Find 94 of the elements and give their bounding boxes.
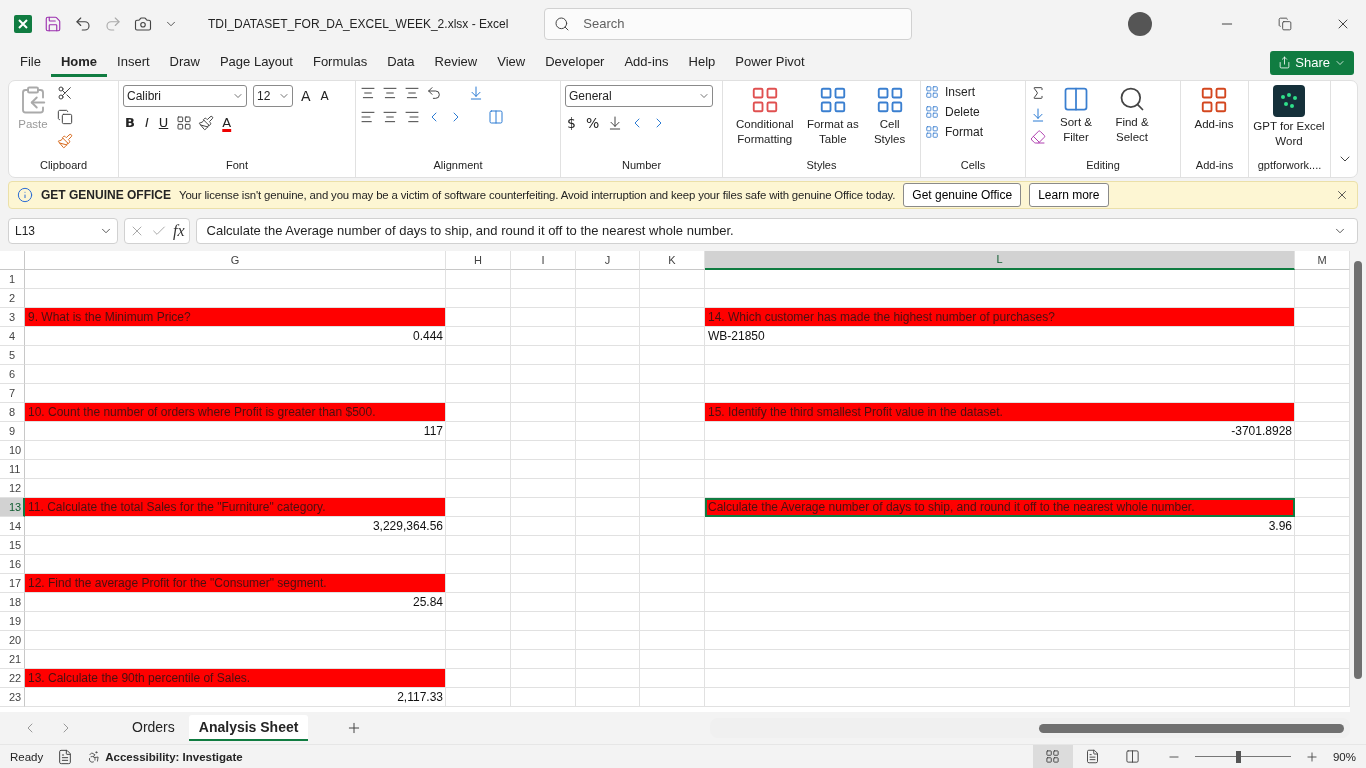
editing-button[interactable]: Find & Select [1106, 84, 1158, 145]
accessibility-icon[interactable] [87, 749, 102, 764]
ribbon-tab[interactable]: Draw [159, 48, 210, 78]
group-label: Styles [805, 158, 838, 173]
formula-field[interactable]: Calculate the Average number of days to ship, and round it off to the nearest whole number. [195, 217, 1358, 244]
gpt-button[interactable]: GPT for Excel Word [1253, 84, 1325, 149]
group-label: Cells [959, 158, 987, 173]
group-label: Font [225, 158, 249, 173]
ribbon-tab[interactable]: Review [424, 48, 488, 78]
column-header[interactable]: G [25, 250, 446, 270]
info-icon[interactable] [17, 186, 33, 203]
column-header[interactable]: H [446, 250, 511, 270]
italic-button[interactable]: I [142, 115, 151, 131]
group-label: Editing [1085, 158, 1121, 173]
zoom-in-icon[interactable] [1304, 749, 1319, 764]
underline-button[interactable]: U [156, 115, 171, 131]
status-text: Ready [10, 750, 44, 763]
column-header[interactable]: J [576, 250, 640, 270]
fill-icon[interactable] [1030, 106, 1046, 123]
scrollbar-thumb[interactable] [1039, 723, 1344, 733]
banner-message: Your license isn't genuine, and you may be a victim of software counterfeiting. Avoid interruption and keep your files safe with genuine Office today. [179, 188, 896, 201]
styles-button[interactable]: Conditional Formatting [727, 84, 803, 147]
ribbon-tab[interactable]: Formulas [302, 48, 378, 78]
format-painter-icon[interactable] [57, 132, 73, 149]
ribbon-tab[interactable]: View [487, 48, 536, 78]
copy-icon[interactable] [57, 108, 73, 125]
ribbon-tab[interactable]: Help [678, 48, 726, 78]
grow-font-button[interactable]: A [299, 87, 313, 104]
group-label: Alignment [432, 158, 484, 173]
font-size-dropdown[interactable]: 12 [253, 84, 293, 107]
cells-button[interactable]: Insert [925, 84, 983, 99]
ribbon-tab[interactable]: Power Pivot [725, 48, 815, 78]
ribbon-tab[interactable]: Page Layout [209, 48, 303, 78]
group-label: Clipboard [38, 158, 89, 173]
user-avatar[interactable] [1128, 11, 1152, 36]
name-box[interactable]: L13 [8, 217, 118, 244]
ribbon-tab[interactable]: Developer [535, 48, 615, 78]
ribbon-tab[interactable]: Insert [107, 48, 160, 78]
cut-icon[interactable] [57, 84, 73, 101]
font-name-dropdown[interactable]: Calibri [123, 84, 247, 107]
sheet-tab[interactable]: Orders [122, 715, 185, 741]
styles-button[interactable]: Cell Styles [863, 84, 916, 147]
undo-icon[interactable] [74, 14, 92, 33]
insert-function-button[interactable]: fx [173, 221, 185, 240]
cells-button[interactable]: Format [925, 124, 983, 139]
borders-icon[interactable] [176, 114, 193, 131]
camera-icon[interactable] [134, 14, 152, 33]
fill-color-icon[interactable] [198, 114, 215, 131]
shrink-font-button[interactable]: A [318, 88, 331, 103]
ribbon-tab[interactable]: Data [377, 48, 425, 78]
banner-title: GET GENUINE OFFICE [41, 187, 171, 202]
banner-button[interactable]: Learn more [1029, 182, 1109, 207]
scrollbar-thumb[interactable] [1354, 260, 1362, 679]
group-label: gptforwork.... [1256, 158, 1323, 173]
clear-icon[interactable] [1030, 128, 1046, 145]
currency-button[interactable]: $ [565, 114, 578, 131]
ribbon-tab[interactable]: File [10, 48, 51, 78]
ribbon-tab[interactable]: Add-ins [614, 48, 679, 78]
banner-button[interactable]: Get genuine Office [903, 182, 1022, 207]
column-header[interactable]: M [1295, 250, 1350, 270]
page-icon[interactable] [1085, 749, 1101, 764]
table-grid-icon[interactable] [925, 124, 939, 139]
ribbon-tab[interactable]: Home [50, 48, 108, 78]
excel-logo-icon[interactable] [14, 14, 32, 33]
window-title: TDI_DATASET_FOR_DA_EXCEL_WEEK_2.xlsx - Excel [208, 16, 509, 31]
share-icon[interactable] [1278, 56, 1292, 70]
sparkles-icon [1273, 84, 1305, 117]
percent-button[interactable]: % [583, 114, 602, 131]
restore-icon[interactable] [1278, 16, 1292, 31]
grid-icon[interactable] [1045, 749, 1061, 764]
search-field[interactable]: Search [544, 7, 913, 40]
table-grid-icon[interactable] [925, 84, 939, 99]
table-grid-icon[interactable] [925, 104, 939, 119]
save-icon[interactable] [44, 14, 62, 33]
search-icon[interactable] [554, 15, 571, 32]
editing-button[interactable]: Sort & Filter [1050, 84, 1102, 145]
bold-button[interactable]: B [123, 115, 137, 131]
accessibility-status[interactable]: Accessibility: Investigate [105, 750, 243, 763]
column-header[interactable]: K [640, 250, 705, 270]
styles-button[interactable]: Format as Table [806, 84, 860, 147]
sheet-tab[interactable]: Analysis Sheet [188, 715, 309, 741]
group-label: Number [620, 158, 663, 173]
columns-icon[interactable] [1125, 749, 1141, 764]
add-ins-button[interactable]: Add-ins [1185, 84, 1243, 132]
column-header[interactable]: I [511, 250, 576, 270]
column-header[interactable]: L [705, 250, 1295, 270]
zoom-level: 90% [1332, 750, 1356, 763]
cells-button[interactable]: Delete [925, 104, 983, 119]
font-color-button[interactable]: A [220, 115, 234, 131]
number-format-dropdown[interactable]: General [565, 84, 713, 107]
view-button[interactable] [1032, 744, 1073, 768]
group-label: Add-ins [1194, 158, 1235, 173]
share-button[interactable]: Share [1270, 50, 1354, 75]
autosum-icon[interactable] [1030, 84, 1046, 101]
